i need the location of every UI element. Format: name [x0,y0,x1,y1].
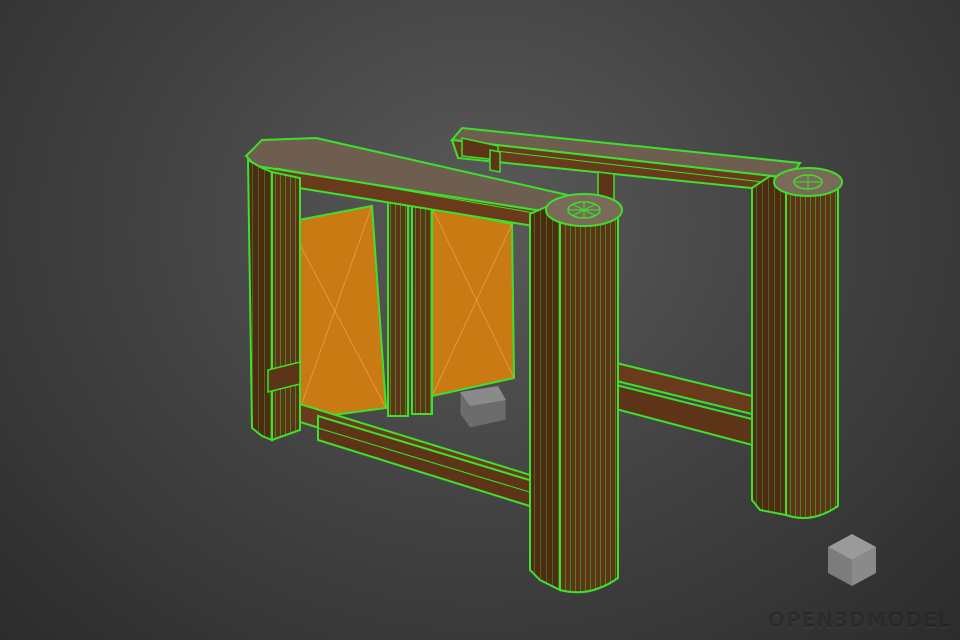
watermark: OPEN3DMODEL [768,532,952,632]
3d-viewport[interactable]: OPEN3DMODEL [0,0,960,640]
watermark-text: OPEN3DMODEL [768,608,952,632]
cube-icon [828,534,876,586]
flap-panels [286,197,516,429]
